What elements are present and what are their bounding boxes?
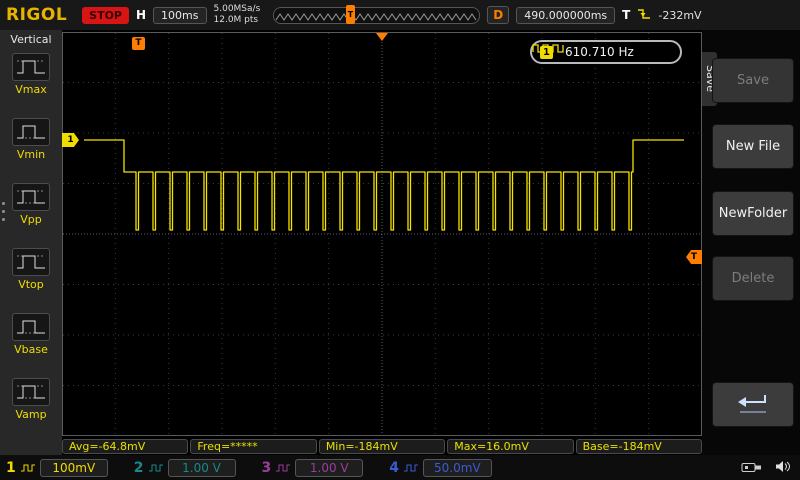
channel-4-coupling-icon bbox=[403, 458, 419, 477]
delay-label: D bbox=[487, 6, 509, 24]
counter-value: 610.710 Hz bbox=[565, 45, 634, 59]
menu-page-dots bbox=[2, 202, 5, 221]
delete-button[interactable]: Delete bbox=[712, 256, 794, 301]
left-menu-title: Vertical bbox=[10, 33, 51, 46]
brand-logo: RIGOL bbox=[6, 5, 67, 25]
channel-2-status[interactable]: 2 1.00 V bbox=[134, 458, 236, 477]
acquisition-info: 5.00MSa/s 12.0M pts bbox=[214, 4, 261, 26]
channel-1-coupling-icon bbox=[20, 458, 36, 477]
horizontal-label: H bbox=[136, 8, 146, 22]
new-file-button[interactable]: New File bbox=[712, 124, 794, 169]
vbase-icon bbox=[12, 313, 50, 341]
status-bar: 1 100mV 2 1.00 V 3 1.00 V 4 50.0mV bbox=[0, 455, 800, 480]
sample-rate: 5.00MSa/s bbox=[214, 4, 261, 15]
right-menu: Save Save New File NewFolder Delete bbox=[702, 30, 800, 455]
save-button[interactable]: Save bbox=[712, 58, 794, 103]
channel-2-coupling-icon bbox=[148, 458, 164, 477]
sidebar-item-label: Vtop bbox=[18, 278, 44, 291]
horizontal-position-strip[interactable]: T bbox=[273, 7, 480, 24]
sidebar-item-label: Vamp bbox=[15, 408, 46, 421]
channel-2-scale[interactable]: 1.00 V bbox=[168, 459, 236, 477]
vpp-icon bbox=[12, 183, 50, 211]
sidebar-item-vtop[interactable]: Vtop bbox=[12, 248, 50, 291]
sidebar-item-label: Vpp bbox=[20, 213, 42, 226]
channel-4-number: 4 bbox=[389, 460, 399, 476]
new-folder-button[interactable]: NewFolder bbox=[712, 191, 794, 236]
return-arrow-icon bbox=[734, 391, 772, 419]
channel-4-status[interactable]: 4 50.0mV bbox=[389, 458, 491, 477]
trigger-label: T bbox=[622, 8, 630, 22]
sidebar-item-vmax[interactable]: Vmax bbox=[12, 53, 50, 96]
measurement-min: Min=-184mV bbox=[319, 439, 445, 454]
trigger-time-marker[interactable]: T bbox=[132, 37, 145, 50]
channel-3-number: 3 bbox=[262, 460, 272, 476]
sidebar-item-label: Vmax bbox=[15, 83, 47, 96]
sidebar-item-vamp[interactable]: Vamp bbox=[12, 378, 50, 421]
memory-depth: 12.0M pts bbox=[214, 15, 261, 26]
trigger-level-value[interactable]: -232mV bbox=[658, 9, 701, 22]
channel-3-status[interactable]: 3 1.00 V bbox=[262, 458, 364, 477]
top-bar: RIGOL STOP H 100ms 5.00MSa/s 12.0M pts T… bbox=[0, 0, 800, 30]
vmin-icon bbox=[12, 118, 50, 146]
measurement-max: Max=16.0mV bbox=[447, 439, 573, 454]
frequency-counter: 1 610.710 Hz bbox=[530, 40, 682, 64]
left-menu: Vertical Vmax Vmin Vpp Vtop Vbase Vamp bbox=[0, 30, 62, 455]
channel-1-trace bbox=[62, 32, 702, 436]
usb-icon bbox=[741, 458, 763, 477]
measurement-avg: Avg=-64.8mV bbox=[62, 439, 188, 454]
save-button-label: Save bbox=[737, 73, 769, 88]
speaker-icon[interactable] bbox=[775, 458, 790, 477]
trigger-edge-icon bbox=[637, 6, 651, 25]
sidebar-item-vbase[interactable]: Vbase bbox=[12, 313, 50, 356]
channel-3-coupling-icon bbox=[275, 458, 291, 477]
back-button[interactable] bbox=[712, 382, 794, 427]
trigger-position-slider[interactable]: T bbox=[346, 5, 355, 24]
channel-2-number: 2 bbox=[134, 460, 144, 476]
vtop-icon bbox=[12, 248, 50, 276]
measurement-freq: Freq=***** bbox=[190, 439, 316, 454]
vmax-icon bbox=[12, 53, 50, 81]
new-file-button-label: New File bbox=[726, 139, 780, 154]
channel-1-number: 1 bbox=[6, 460, 16, 476]
channel-4-scale[interactable]: 50.0mV bbox=[423, 459, 492, 477]
sidebar-item-label: Vbase bbox=[14, 343, 48, 356]
measurement-bar: Avg=-64.8mV Freq=***** Min=-184mV Max=16… bbox=[62, 439, 702, 454]
memory-waveform-icon bbox=[274, 10, 477, 23]
delete-button-label: Delete bbox=[732, 271, 775, 286]
sidebar-item-vpp[interactable]: Vpp bbox=[12, 183, 50, 226]
run-state-badge[interactable]: STOP bbox=[82, 7, 129, 24]
vamp-icon bbox=[12, 378, 50, 406]
trigger-position-marker-icon[interactable] bbox=[376, 33, 388, 41]
channel-3-scale[interactable]: 1.00 V bbox=[295, 459, 363, 477]
sidebar-item-label: Vmin bbox=[17, 148, 45, 161]
new-folder-button-label: NewFolder bbox=[719, 206, 788, 221]
measurement-base: Base=-184mV bbox=[576, 439, 702, 454]
delay-value[interactable]: 490.000000ms bbox=[516, 7, 615, 24]
waveform-display: T T 1 1 610.710 Hz bbox=[62, 32, 702, 436]
sidebar-item-vmin[interactable]: Vmin bbox=[12, 118, 50, 161]
channel-1-scale[interactable]: 100mV bbox=[40, 459, 108, 477]
channel-1-status[interactable]: 1 100mV bbox=[6, 458, 108, 477]
oscilloscope-screen: RIGOL STOP H 100ms 5.00MSa/s 12.0M pts T… bbox=[0, 0, 800, 480]
timebase-value[interactable]: 100ms bbox=[153, 7, 206, 24]
